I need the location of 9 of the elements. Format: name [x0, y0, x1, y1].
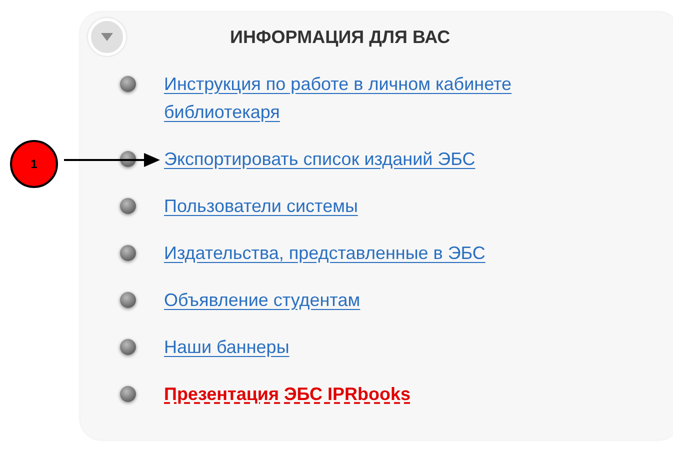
panel-title: ИНФОРМАЦИЯ ДЛЯ ВАС	[230, 26, 450, 48]
menu-link[interactable]: Издательства, представленные в ЭБС	[164, 239, 604, 267]
callout-marker: 1	[10, 140, 58, 188]
menu-link[interactable]: Инструкция по работе в личном кабинете библиотекаря	[164, 70, 604, 126]
menu-link[interactable]: Экспортировать список изданий ЭБС	[164, 145, 604, 173]
menu-link[interactable]: Пользователи системы	[164, 192, 604, 220]
menu-link[interactable]: Наши баннеры	[164, 333, 604, 361]
menu-link[interactable]: Объявление студентам	[164, 286, 604, 314]
highlighted-link[interactable]: Презентация ЭБС IPRbooks	[164, 380, 604, 408]
